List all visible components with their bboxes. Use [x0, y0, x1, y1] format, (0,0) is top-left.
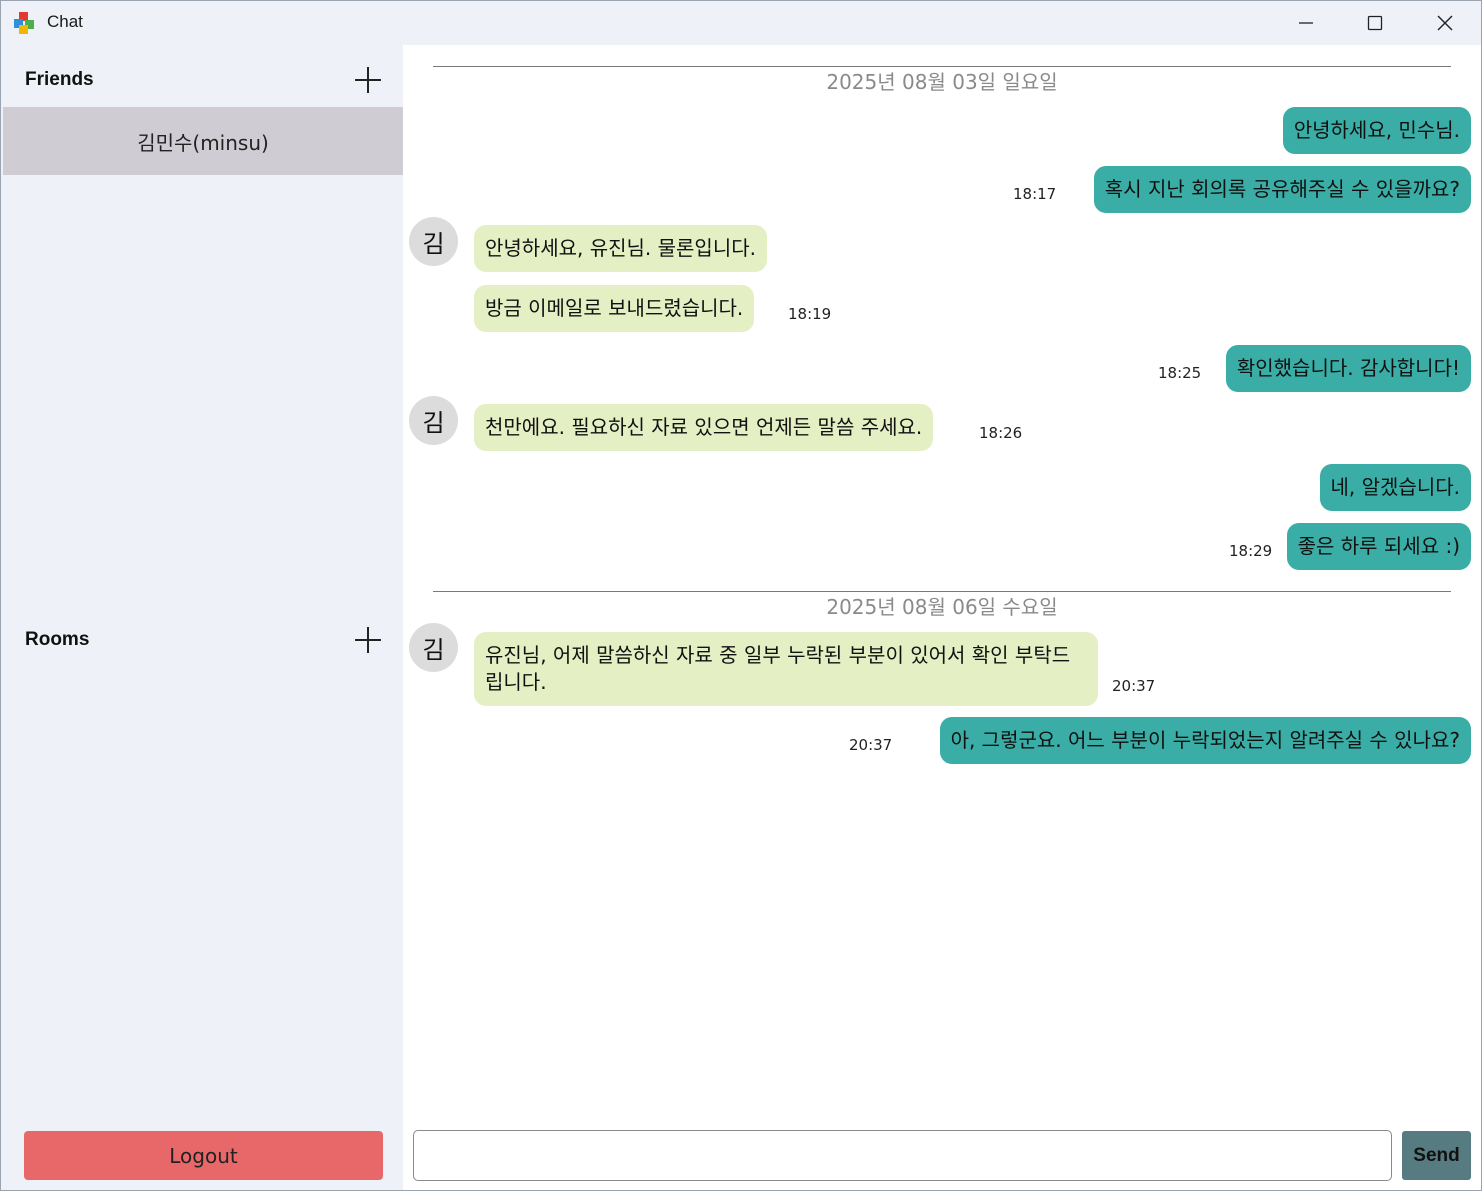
avatar: 김: [409, 217, 458, 266]
message-time: 20:37: [1112, 677, 1156, 695]
sidebar: Friends 김민수(minsu) Rooms Logout: [3, 45, 403, 1190]
maximize-button[interactable]: [1340, 1, 1410, 45]
message-bubble-sent: 네, 알겠습니다.: [1319, 464, 1471, 511]
minimize-icon: [1299, 22, 1313, 24]
message-time: 18:26: [979, 424, 1023, 442]
avatar: 김: [409, 396, 458, 445]
title-bar: Chat: [1, 1, 1481, 45]
message-input[interactable]: [413, 1130, 1392, 1181]
message-time: 18:25: [1158, 364, 1202, 382]
avatar: 김: [409, 623, 458, 672]
message-bubble-sent: 좋은 하루 되세요 :): [1286, 523, 1471, 570]
friend-item-minsu[interactable]: 김민수(minsu): [3, 107, 403, 175]
message-time: 20:37: [849, 736, 893, 754]
date-label: 2025년 08월 06일 수요일: [826, 595, 1058, 619]
app-icon: [13, 12, 37, 34]
message-bubble-received: 천만에요. 필요하신 자료 있으면 언제든 말씀 주세요.: [474, 404, 934, 451]
window-title: Chat: [47, 12, 83, 31]
message-bubble-sent: 혹시 지난 회의록 공유해주실 수 있을까요?: [1093, 166, 1471, 213]
message-time: 18:19: [788, 305, 832, 323]
chat-panel: 2025년 08월 03일 일요일 안녕하세요, 민수님. 혹시 지난 회의록 …: [403, 45, 1481, 1190]
maximize-icon: [1367, 15, 1383, 31]
rooms-title: Rooms: [25, 629, 90, 650]
message-bubble-received: 안녕하세요, 유진님. 물론입니다.: [474, 225, 767, 272]
rooms-header: Rooms: [3, 605, 403, 667]
plus-icon: [355, 67, 381, 93]
add-room-button[interactable]: [353, 625, 383, 655]
friends-title: Friends: [25, 69, 94, 90]
close-icon: [1437, 15, 1453, 31]
friends-header: Friends: [3, 45, 403, 107]
message-bubble-sent: 안녕하세요, 민수님.: [1282, 107, 1471, 154]
message-time: 18:29: [1229, 542, 1273, 560]
close-button[interactable]: [1410, 1, 1480, 45]
chat-window: Chat Friends 김민수(minsu) Rooms Logout 202…: [0, 0, 1482, 1191]
add-friend-button[interactable]: [353, 65, 383, 95]
message-bubble-received: 방금 이메일로 보내드렸습니다.: [474, 285, 755, 332]
send-button[interactable]: Send: [1402, 1131, 1471, 1180]
plus-icon: [355, 627, 381, 653]
logout-button[interactable]: Logout: [24, 1131, 383, 1180]
date-label: 2025년 08월 03일 일요일: [826, 70, 1058, 94]
message-time: 18:17: [1013, 185, 1057, 203]
message-bubble-sent: 확인했습니다. 감사합니다!: [1225, 345, 1471, 392]
message-bubble-sent: 아, 그렇군요. 어느 부분이 누락되었는지 알려주실 수 있나요?: [939, 717, 1471, 764]
message-bubble-received: 유진님, 어제 말씀하신 자료 중 일부 누락된 부분이 있어서 확인 부탁드립…: [474, 632, 1098, 706]
minimize-button[interactable]: [1271, 1, 1341, 45]
